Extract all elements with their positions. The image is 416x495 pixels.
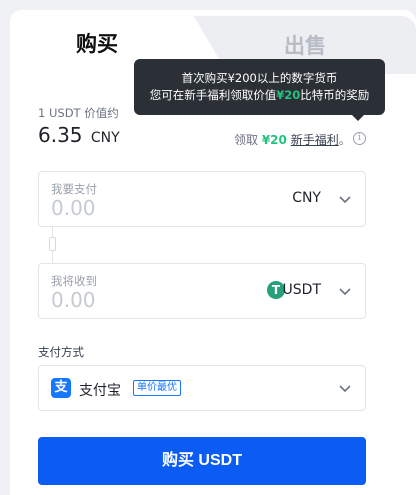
pay-label: 我要支付 [51, 182, 97, 196]
price-label: 1 USDT 价值约 [38, 106, 119, 120]
reward-prefix: 领取 [234, 133, 262, 147]
pay-currency[interactable]: CNY [292, 190, 321, 206]
receive-currency[interactable]: USDT [283, 282, 321, 298]
tooltip-line-2-pre: 您可在新手福利领取价值 [149, 88, 277, 102]
chevron-down-icon[interactable] [337, 380, 353, 396]
newbie-benefit-link[interactable]: 新手福利 [291, 133, 339, 147]
payment-method-select[interactable]: 支 支付宝 单价最优 [38, 365, 366, 411]
field-connector-handle [49, 237, 56, 251]
tooltip-amount: ¥20 [276, 88, 301, 102]
tooltip-line-1: 首次购买¥200以上的数字货币 [181, 71, 338, 85]
reward-amount: ¥20 [261, 133, 287, 147]
alipay-icon: 支 [51, 378, 71, 398]
chevron-down-icon[interactable] [337, 191, 353, 207]
price-value: 6.35 CNY [38, 123, 120, 147]
payment-method-name: 支付宝 [79, 383, 121, 399]
tab-buy-label[interactable]: 购买 [76, 28, 118, 58]
info-icon[interactable]: i [353, 132, 366, 145]
receive-amount-input[interactable]: 0.00 [51, 288, 96, 312]
tooltip-line-2-post: 比特币的奖励 [300, 88, 370, 102]
tooltip-line-2: 您可在新手福利领取价值¥20比特币的奖励 [134, 87, 385, 104]
tab-sell-label[interactable]: 出售 [284, 30, 326, 60]
price-unit: CNY [90, 130, 120, 146]
receive-amount-field[interactable]: 我将收到 0.00 T USDT [38, 263, 366, 319]
reward-tooltip: 首次购买¥200以上的数字货币 您可在新手福利领取价值¥20比特币的奖励 [134, 59, 385, 115]
payment-method-label: 支付方式 [38, 345, 84, 359]
reward-text: 领取 ¥20 新手福利。 [234, 131, 351, 148]
pay-amount-field[interactable]: 我要支付 0.00 CNY [38, 171, 366, 227]
tooltip-arrow [352, 115, 364, 121]
buy-usdt-button[interactable]: 购买 USDT [38, 437, 366, 485]
pay-amount-input[interactable]: 0.00 [51, 196, 96, 220]
price-number: 6.35 [38, 123, 83, 147]
reward-suffix: 。 [338, 133, 351, 147]
best-price-badge: 单价最优 [133, 380, 181, 396]
chevron-down-icon[interactable] [337, 283, 353, 299]
receive-label: 我将收到 [51, 274, 97, 288]
